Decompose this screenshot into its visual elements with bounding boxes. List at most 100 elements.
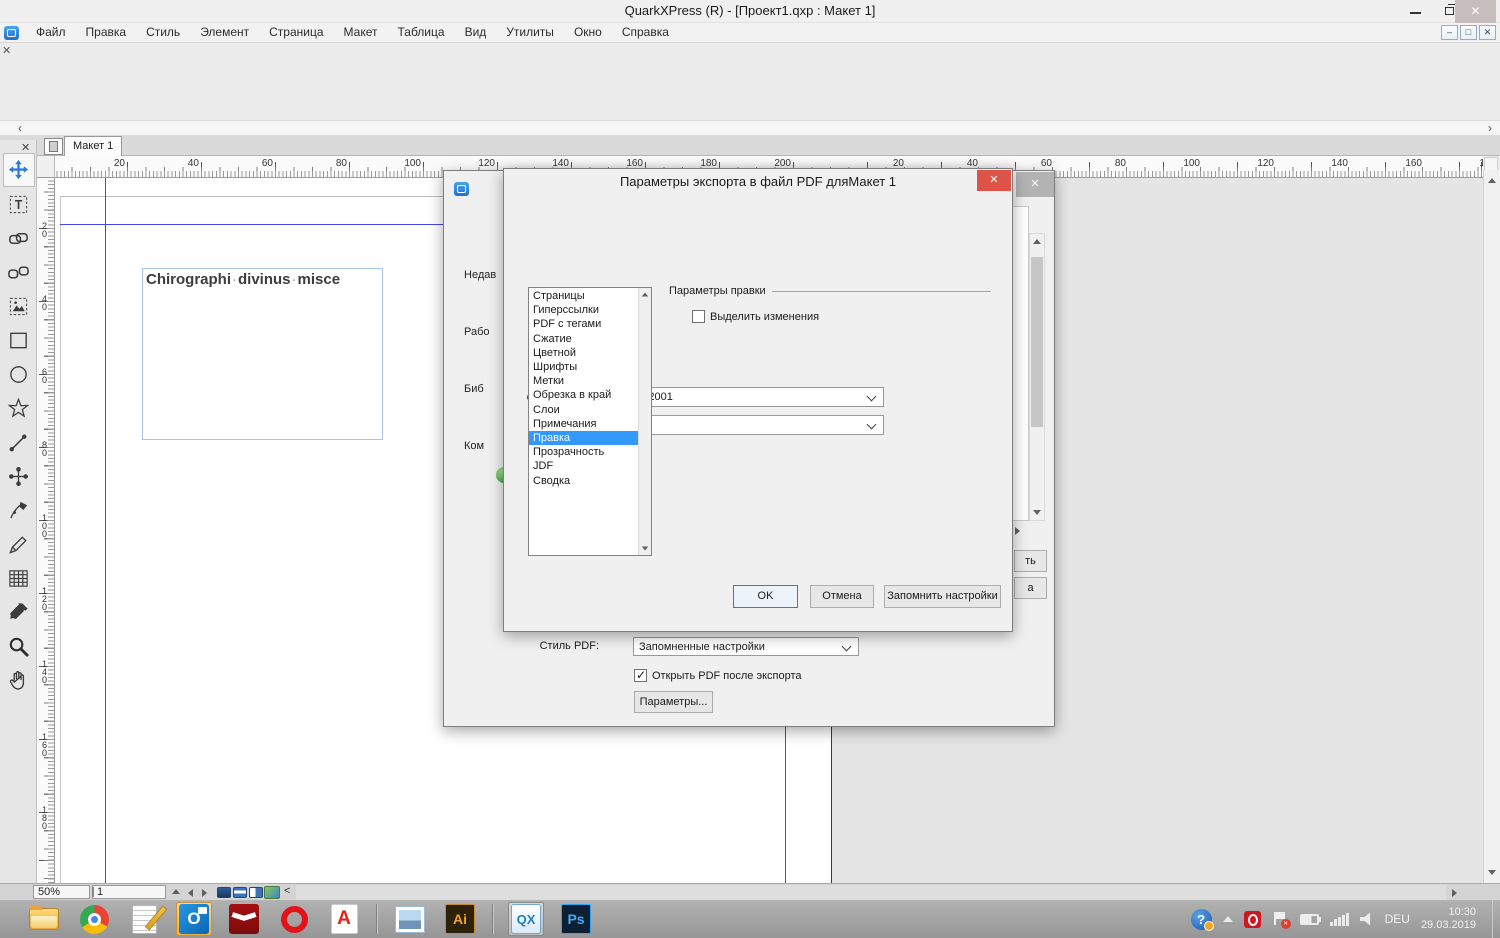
scroll-up-icon[interactable] (641, 292, 649, 297)
zoom-tool[interactable] (3, 629, 35, 663)
taskbar-chrome[interactable] (76, 902, 112, 936)
pen-tool[interactable] (3, 493, 35, 527)
ok-button[interactable]: OK (733, 585, 798, 608)
tab-layout-1[interactable]: Макет 1 (64, 136, 123, 156)
point-tool[interactable] (3, 459, 35, 493)
chevron-left-icon[interactable]: ‹ (18, 121, 22, 135)
opera-tray-icon[interactable] (1243, 910, 1261, 928)
pdf-style-dropdown[interactable]: Запомненные настройки (633, 637, 859, 656)
table-tool[interactable] (3, 561, 35, 595)
taskbar-illustrator[interactable]: Ai (442, 902, 478, 936)
pane-item[interactable]: Шрифты (529, 360, 638, 374)
view-mode-2-button[interactable] (233, 887, 247, 898)
menu-item[interactable]: Макет (334, 23, 388, 43)
star-tool[interactable] (3, 391, 35, 425)
hand-tool[interactable] (3, 663, 35, 697)
scroll-up-icon[interactable] (1033, 239, 1041, 244)
save-dialog-close-button[interactable]: ✕ (1016, 172, 1054, 197)
chevron-up-icon[interactable] (1222, 916, 1233, 922)
menu-item[interactable]: Страница (259, 23, 333, 43)
page-icon[interactable] (44, 138, 63, 155)
unlink-tool[interactable] (3, 255, 35, 289)
link-tool[interactable] (3, 221, 35, 255)
options-button[interactable]: Параметры... (634, 691, 713, 713)
pane-item[interactable]: Обрезка в край (529, 388, 638, 402)
vertical-scrollbar[interactable] (1483, 170, 1500, 883)
dock-close-icon[interactable]: ✕ (2, 44, 11, 57)
top-scroll-strip[interactable]: ‹ › (0, 120, 1500, 136)
scroll-up-icon[interactable] (1488, 178, 1496, 183)
scroll-right-icon[interactable] (1452, 889, 1457, 897)
pane-item[interactable]: Слои (529, 403, 638, 417)
line-tool[interactable] (3, 425, 35, 459)
chevron-right-icon[interactable]: › (1488, 121, 1492, 135)
taskbar-outlook[interactable]: O (176, 902, 212, 936)
item-tool[interactable] (2, 153, 35, 187)
file-list-scrollbar[interactable] (1029, 233, 1045, 521)
menu-item[interactable]: Правка (76, 23, 137, 43)
child-restore-button[interactable]: □ (1460, 25, 1477, 40)
menu-item[interactable]: Окно (564, 23, 612, 43)
help-icon[interactable]: ? (1190, 908, 1214, 931)
close-button[interactable]: ✕ (1455, 0, 1496, 23)
cancel-button[interactable]: Отмена (810, 585, 874, 608)
clock[interactable]: 10:30 29.03.2019 (1421, 906, 1482, 932)
taskbar-opera[interactable] (276, 902, 312, 936)
next-page-icon[interactable] (202, 889, 207, 897)
pane-item[interactable]: Сводка (529, 474, 638, 488)
taskbar-notepad[interactable] (126, 902, 162, 936)
scroll-down-icon[interactable] (1033, 510, 1041, 515)
previous-page-icon[interactable] (188, 889, 193, 897)
pane-item[interactable]: Страницы (529, 289, 638, 303)
taskbar-photo-viewer[interactable] (392, 902, 428, 936)
export-icon[interactable] (264, 886, 280, 899)
language-indicator[interactable]: DEU (1385, 912, 1410, 926)
taskbar-quarkxpress[interactable]: QX (508, 902, 544, 936)
pane-item[interactable]: Сжатие (529, 332, 638, 346)
eyedropper-tool[interactable] (3, 595, 35, 629)
page-number-field[interactable]: 1 (92, 885, 166, 899)
pane-item[interactable]: PDF с тегами (529, 317, 638, 331)
highlight-changes-checkbox[interactable] (692, 310, 705, 323)
scroll-down-icon[interactable] (641, 546, 649, 551)
pane-item[interactable]: JDF (529, 459, 638, 473)
menu-item[interactable]: Стиль (136, 23, 190, 43)
dialog-close-button[interactable]: ✕ (977, 170, 1011, 191)
pane-item[interactable]: Примечания (529, 417, 638, 431)
save-button-clipped[interactable]: ть (1014, 550, 1047, 572)
pane-item[interactable]: Метки (529, 374, 638, 388)
page-up-icon[interactable] (172, 889, 180, 894)
pencil-tool[interactable] (3, 527, 35, 561)
vertical-ruler[interactable]: 20 40 60 80 100 120 140 160 180 (37, 178, 55, 883)
minimize-button[interactable] (1398, 0, 1432, 23)
child-close-button[interactable]: ✕ (1479, 25, 1496, 40)
text-tool[interactable]: T (3, 187, 35, 221)
panes-scrollbar[interactable] (638, 288, 651, 555)
rectangle-tool[interactable] (3, 323, 35, 357)
battery-icon[interactable] (1299, 913, 1321, 925)
show-desktop-button[interactable] (1492, 900, 1500, 938)
menu-item[interactable]: Таблица (388, 23, 455, 43)
pane-item[interactable]: Правка (529, 431, 638, 446)
open-after-export-checkbox[interactable] (634, 668, 647, 682)
menu-item[interactable]: Справка (612, 23, 679, 43)
oval-tool[interactable] (3, 357, 35, 391)
taskbar-file-explorer[interactable] (26, 902, 62, 936)
taskbar-photoshop[interactable]: Ps (558, 902, 594, 936)
pane-item[interactable]: Цветной (529, 346, 638, 360)
menu-item[interactable]: Элемент (190, 23, 259, 43)
pane-item[interactable]: Прозрачность (529, 445, 638, 459)
scrollbar-thumb[interactable] (1031, 257, 1043, 427)
pane-item[interactable]: Гиперссылки (529, 303, 638, 317)
menu-item[interactable]: Утилиты (496, 23, 564, 43)
save-settings-button[interactable]: Запомнить настройки (884, 585, 1001, 608)
margin-guide-vertical[interactable] (105, 178, 106, 883)
cancel-button-clipped[interactable]: а (1014, 577, 1047, 599)
collapse-icon[interactable]: < (284, 885, 290, 897)
text-box[interactable]: Chirographi·divinus·misce (142, 268, 383, 440)
child-minimize-button[interactable]: – (1441, 25, 1458, 40)
scroll-down-icon[interactable] (1488, 870, 1496, 875)
taskbar-acrobat[interactable]: A (326, 902, 362, 936)
menu-item[interactable]: Файл (26, 23, 76, 43)
volume-icon[interactable] (1359, 912, 1371, 926)
